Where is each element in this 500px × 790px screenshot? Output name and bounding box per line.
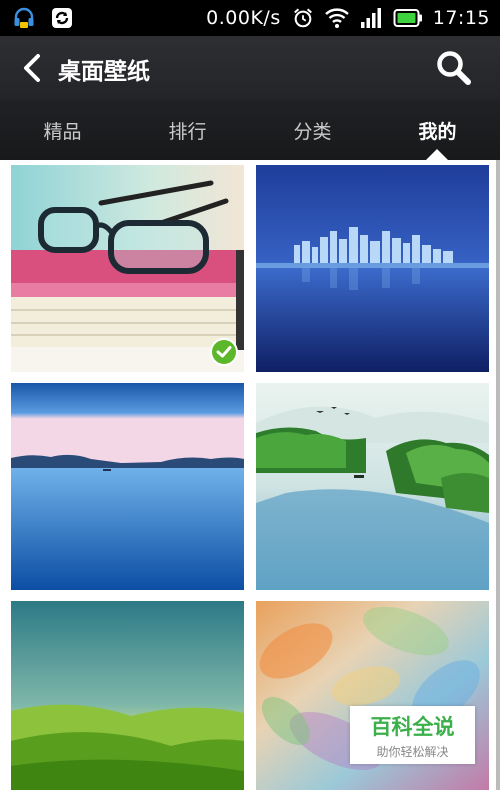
site-watermark: 百科全说 助你轻松解决 <box>350 706 475 764</box>
tab-ranking[interactable]: 排行 <box>125 100 250 160</box>
tab-bar: 精品 排行 分类 我的 <box>0 100 500 160</box>
network-speed: 0.00K/s <box>206 7 281 29</box>
wallpaper-thumbnail <box>256 383 489 590</box>
signal-icon <box>359 6 383 30</box>
chevron-left-icon <box>24 54 40 82</box>
wallpaper-thumbnail <box>11 165 244 372</box>
wallpaper-thumbnail <box>11 601 244 790</box>
battery-icon <box>393 6 423 30</box>
clock: 17:15 <box>432 7 490 29</box>
tab-featured[interactable]: 精品 <box>0 100 125 160</box>
wallpaper-thumbnail <box>256 165 489 372</box>
watermark-subtitle: 助你轻松解决 <box>376 744 449 759</box>
wallpaper-tile-glasses-on-book[interactable] <box>11 165 244 372</box>
wallpaper-grid <box>0 160 500 790</box>
alarm-icon <box>291 6 315 30</box>
wallpaper-tile-calm-lake[interactable] <box>11 383 244 590</box>
back-button[interactable] <box>14 50 50 86</box>
wifi-icon <box>324 6 349 30</box>
search-button[interactable] <box>434 48 474 88</box>
headset-notification-icon <box>12 6 36 30</box>
wallpaper-thumbnail <box>11 383 244 590</box>
wallpaper-tile-misty-river[interactable] <box>256 383 489 590</box>
status-bar: 0.00K/s 17:15 <box>0 0 500 36</box>
applied-check-icon <box>210 338 238 366</box>
watermark-title: 百科全说 <box>370 714 455 739</box>
scroll-edge <box>496 160 500 790</box>
tab-categories[interactable]: 分类 <box>250 100 375 160</box>
sync-notification-icon <box>50 6 74 30</box>
active-tab-indicator <box>426 149 448 160</box>
page-title: 桌面壁纸 <box>58 59 150 85</box>
wallpaper-tile-city-skyline[interactable] <box>256 165 489 372</box>
app-header: 桌面壁纸 <box>0 36 500 100</box>
wallpaper-tile-green-hills[interactable] <box>11 601 244 790</box>
search-icon <box>437 51 471 85</box>
